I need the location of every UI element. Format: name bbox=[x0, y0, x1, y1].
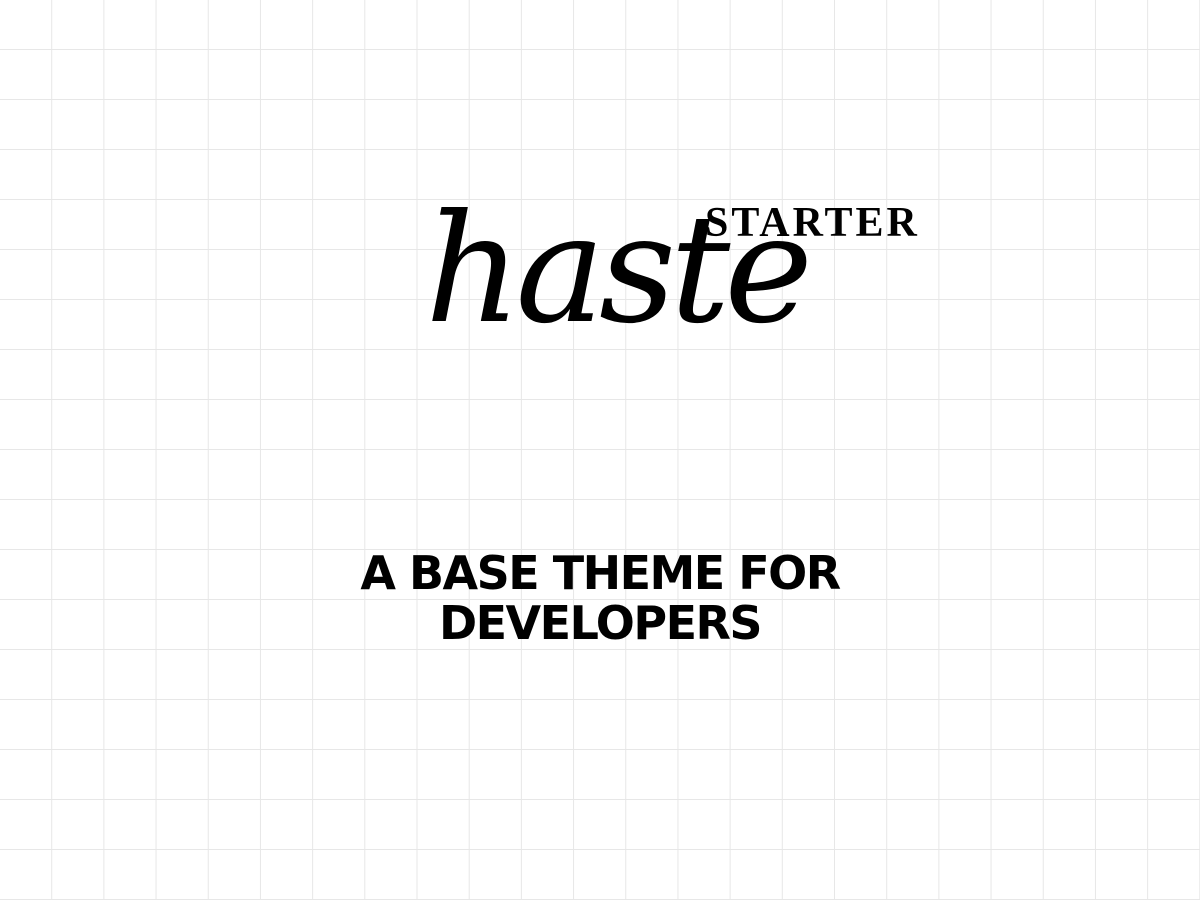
tagline-line-1: A BASE THEME FOR bbox=[360, 546, 841, 600]
tagline-line-2: DEVELOPERS bbox=[438, 596, 763, 650]
haste-starter-logo: haste STARTER bbox=[425, 195, 935, 380]
hero-page: haste STARTER A BASE THEME FOR DEVELOPER… bbox=[0, 0, 1200, 900]
tagline: A BASE THEME FOR DEVELOPERS bbox=[300, 548, 900, 648]
logo-superscript: STARTER bbox=[705, 200, 920, 246]
